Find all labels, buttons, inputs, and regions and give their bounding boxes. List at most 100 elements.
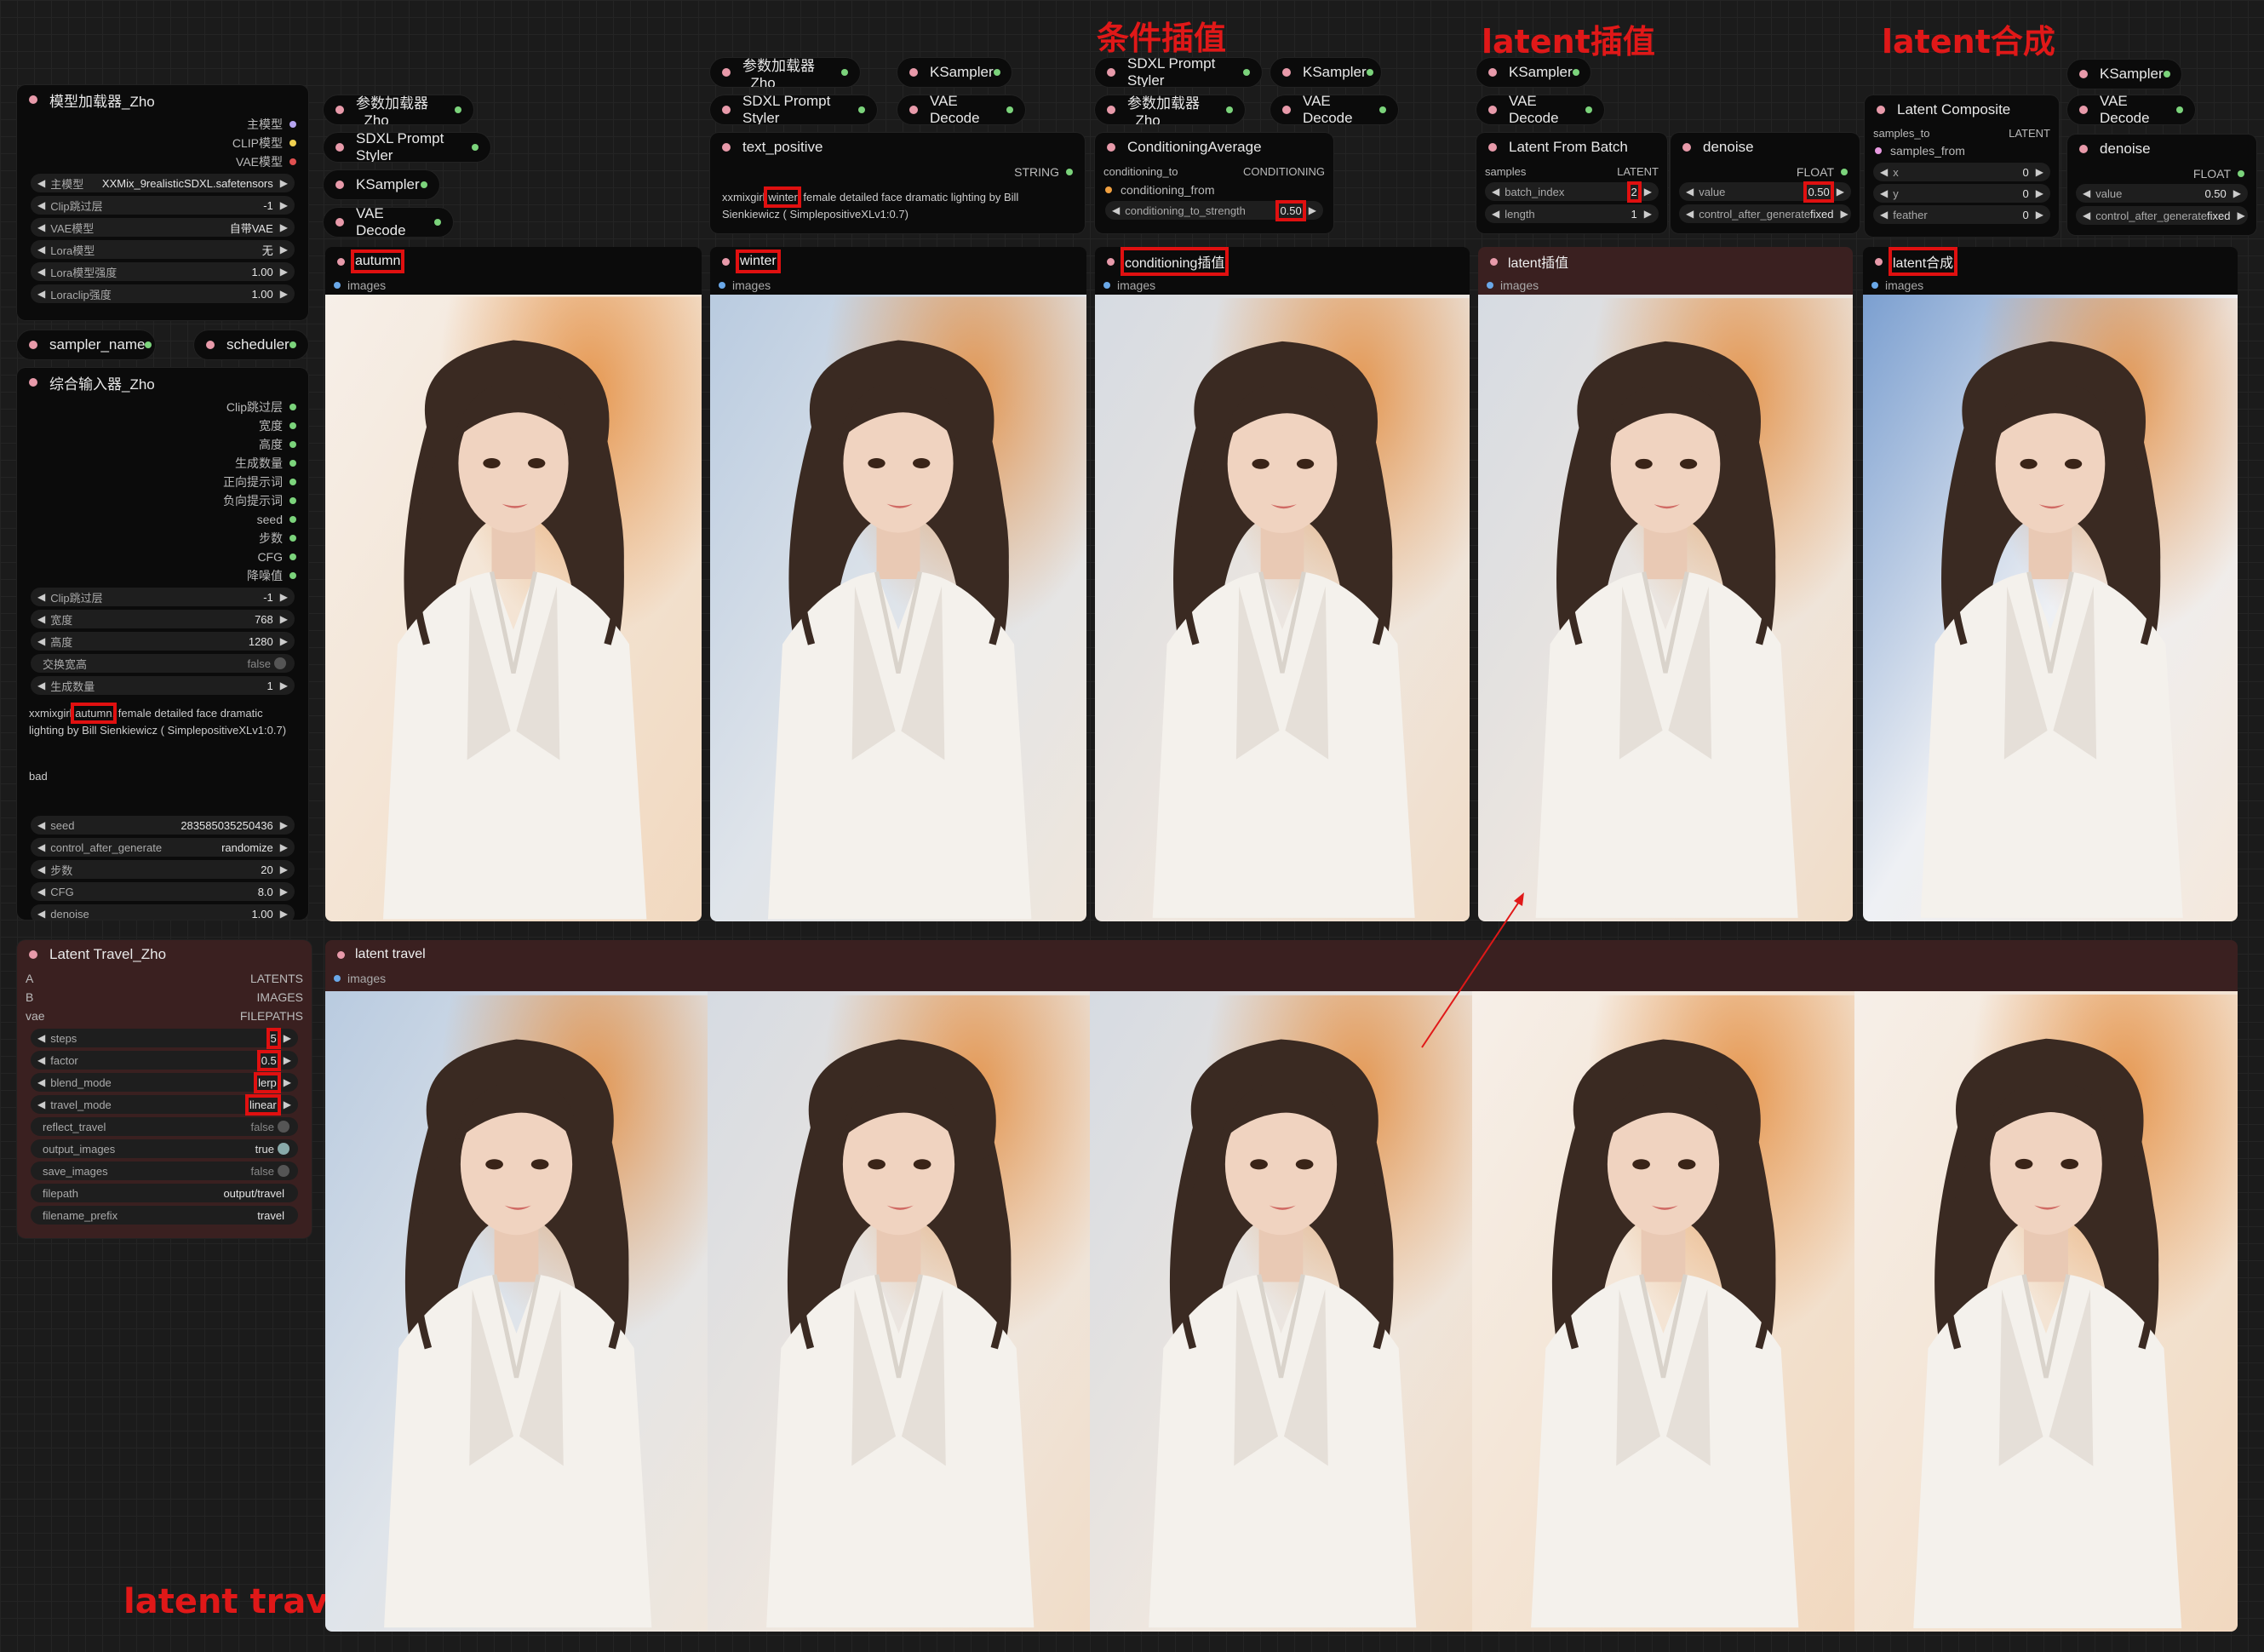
widget[interactable]: ◀ Clip跳过层 -1 ▶ — [31, 196, 295, 215]
widget-value: 8.0 — [257, 885, 273, 898]
preview-image — [1478, 295, 1853, 921]
ksampler-node-4[interactable]: KSampler — [1476, 58, 1591, 87]
model-loader-node[interactable]: 模型加载器_Zho 主模型 CLIP模型 VAE模型 ◀ 主模型 XXMix_9re… — [17, 85, 308, 320]
input-label: A — [26, 972, 34, 985]
widget-value: false — [250, 1164, 274, 1178]
text-positive-node[interactable]: text_positive STRING xxmixgirl winter, f… — [710, 133, 1085, 233]
sampler-name-node[interactable]: sampler_name — [17, 330, 155, 359]
widget-label: control_after_generate — [1699, 207, 1811, 221]
preview-panel-winter[interactable]: winter images — [710, 247, 1086, 921]
widget[interactable]: ◀ travel_mode linear ▶ — [31, 1093, 298, 1116]
node-title: VAE Decode — [1303, 95, 1353, 124]
widget[interactable]: ◀ value 0.50 ▶ — [2076, 184, 2248, 203]
denoise-node-4[interactable]: denoise FLOAT ◀ value 0.50 ▶ ◀ control_after… — [1671, 133, 1860, 233]
widget[interactable]: ◀ blend_mode lerp ▶ — [31, 1071, 298, 1093]
prompt-styler-node-2[interactable]: SDXL Prompt Styler — [710, 95, 877, 124]
widget[interactable]: ◀ Clip跳过层 -1 ▶ — [31, 588, 295, 606]
preview-panel-autumn[interactable]: autumn images — [325, 247, 702, 921]
vae-decode-node-3[interactable]: VAE Decode — [1270, 95, 1398, 124]
widget[interactable]: ◀ feather 0 ▶ — [1873, 205, 2050, 224]
prompt-styler-node-1[interactable]: SDXL Prompt Styler — [324, 133, 490, 162]
node-title: SDXL Prompt Styler — [356, 133, 444, 162]
ksampler-node-3[interactable]: KSampler — [1270, 58, 1381, 87]
widget[interactable]: ◀ factor 0.5 ▶ — [31, 1049, 298, 1071]
ksampler-node-5[interactable]: KSampler — [2067, 60, 2181, 89]
negative-prompt-text[interactable]: bad — [17, 761, 308, 812]
latent-travel-preview-panel[interactable]: latent travel images — [325, 940, 2238, 1632]
widget[interactable]: ◀ 步数 20 ▶ — [31, 860, 295, 879]
combo-input-node[interactable]: 综合输入器_Zho Clip跳过层 宽度 高度 生成数量 正向提示词 负向提示词… — [17, 368, 308, 920]
preview-panel-latent-interp[interactable]: latent插值 images — [1478, 247, 1853, 921]
widget-label: output_images — [43, 1142, 116, 1156]
preview-panel-conditioning-interp[interactable]: conditioning插值 images — [1095, 247, 1470, 921]
output-label: 宽度 — [259, 419, 283, 433]
vae-decode-node-1[interactable]: VAE Decode — [324, 208, 453, 237]
widget[interactable]: ◀ steps 5 ▶ — [31, 1027, 298, 1049]
widget-label: Clip跳过层 — [50, 591, 103, 605]
travel-frame-5 — [1854, 991, 2238, 1632]
scheduler-node[interactable]: scheduler — [194, 330, 308, 359]
widget-label: value — [1699, 185, 1726, 198]
widget[interactable]: ◀ denoise 1.00 ▶ — [31, 904, 295, 920]
denoise-node-5[interactable]: denoise FLOAT ◀ value 0.50 ▶ ◀ control_after… — [2067, 135, 2256, 235]
widget[interactable]: ◀ 高度 1280 ▶ — [31, 632, 295, 651]
widget[interactable]: ◀ 生成数量 1 ▶ — [31, 676, 295, 695]
toggle-widget[interactable]: output_images true — [31, 1139, 298, 1158]
widget-value: 0.50 — [1275, 199, 1306, 221]
widget[interactable]: ◀ control_after_generate fixed ▶ — [2076, 206, 2248, 225]
input-label: conditioning_from — [1121, 183, 1215, 197]
panel-title: autumn — [350, 250, 405, 273]
param-loader-node-1[interactable]: 参数加载器_Zho — [324, 95, 473, 124]
toggle-widget[interactable]: reflect_travel false — [31, 1117, 298, 1136]
positive-prompt-text[interactable]: xxmixgirl autumn, female detailed face d… — [17, 698, 308, 761]
input-label: conditioning_to — [1103, 164, 1178, 178]
widget-label: conditioning_to_strength — [1125, 204, 1246, 217]
ksampler-node-1[interactable]: KSampler — [324, 170, 439, 199]
widget-value: 1.00 — [251, 265, 273, 278]
node-title: denoise — [2100, 141, 2151, 157]
widget-value: XXMix_9realisticSDXL.safetensors — [101, 176, 273, 190]
travel-frame-3 — [1090, 991, 1472, 1632]
vae-decode-node-2[interactable]: VAE Decode — [897, 95, 1025, 124]
latent-from-batch-node[interactable]: Latent From Batch samples LATENT ◀ batch_… — [1476, 133, 1667, 233]
toggle-widget[interactable]: 交换宽高 false — [31, 654, 295, 673]
widget-label: CFG — [50, 885, 74, 898]
widget[interactable]: ◀ y 0 ▶ — [1873, 184, 2050, 203]
widget[interactable]: ◀ value 0.50 ▶ — [1679, 181, 1851, 203]
widget[interactable]: ◀ 宽度 768 ▶ — [31, 610, 295, 628]
widget[interactable]: ◀ seed 283585035250436 ▶ — [31, 816, 295, 835]
ksampler-node-2[interactable]: KSampler — [897, 58, 1012, 87]
conditioning-average-node[interactable]: ConditioningAverage conditioning_to COND… — [1095, 133, 1333, 233]
param-loader-node-2[interactable]: 参数加载器_Zho — [710, 58, 860, 87]
preview-panel-latent-comp[interactable]: latent合成 images — [1863, 247, 2238, 921]
widget[interactable]: ◀ control_after_generate randomize ▶ — [31, 838, 295, 857]
widget[interactable]: ◀ VAE模型 自带VAE ▶ — [31, 218, 295, 237]
vae-decode-node-5[interactable]: VAE Decode — [2067, 95, 2195, 124]
param-loader-node-3[interactable]: 参数加载器_Zho — [1095, 95, 1245, 124]
widget[interactable]: ◀ Loraclip强度 1.00 ▶ — [31, 284, 295, 303]
text-widget[interactable]: filename_prefix travel — [31, 1206, 298, 1225]
widget[interactable]: ◀ batch_index 2 ▶ — [1485, 181, 1659, 203]
node-title: KSampler — [930, 64, 994, 80]
text-widget[interactable]: filepath output/travel — [31, 1184, 298, 1202]
prompt-text-area[interactable]: xxmixgirl winter, female detailed face d… — [710, 181, 1085, 229]
widget[interactable]: ◀ control_after_generate fixed ▶ — [1679, 204, 1851, 223]
prompt-styler-node-3[interactable]: SDXL Prompt Styler — [1095, 58, 1262, 87]
node-title: KSampler — [356, 176, 420, 192]
output-label: FLOAT — [2192, 167, 2231, 181]
latent-composite-node[interactable]: Latent Composite samples_to LATENT sampl… — [1865, 95, 2059, 237]
widget[interactable]: ◀ length 1 ▶ — [1485, 204, 1659, 223]
widget[interactable]: ◀ CFG 8.0 ▶ — [31, 882, 295, 901]
widget[interactable]: ◀ Lora模型无 ▶ — [31, 240, 295, 259]
widget-label: batch_index — [1505, 185, 1565, 198]
toggle-widget[interactable]: save_images false — [31, 1162, 298, 1180]
widget[interactable]: ◀ Lora模型强度 1.00 ▶ — [31, 262, 295, 281]
output-label: FILEPATHS — [239, 1009, 303, 1023]
latent-travel-node[interactable]: Latent Travel_Zho A LATENTS B IMAGES vae FI… — [17, 940, 312, 1238]
widget[interactable]: ◀ x 0 ▶ — [1873, 163, 2050, 181]
widget-label: save_images — [43, 1164, 108, 1178]
widget[interactable]: ◀ conditioning_to_strength 0.50 ▶ — [1105, 199, 1323, 221]
vae-decode-node-4[interactable]: VAE Decode — [1476, 95, 1604, 124]
widget[interactable]: ◀ 主模型 XXMix_9realisticSDXL.safetensors ▶ — [31, 174, 295, 192]
node-title: KSampler — [1509, 64, 1573, 80]
